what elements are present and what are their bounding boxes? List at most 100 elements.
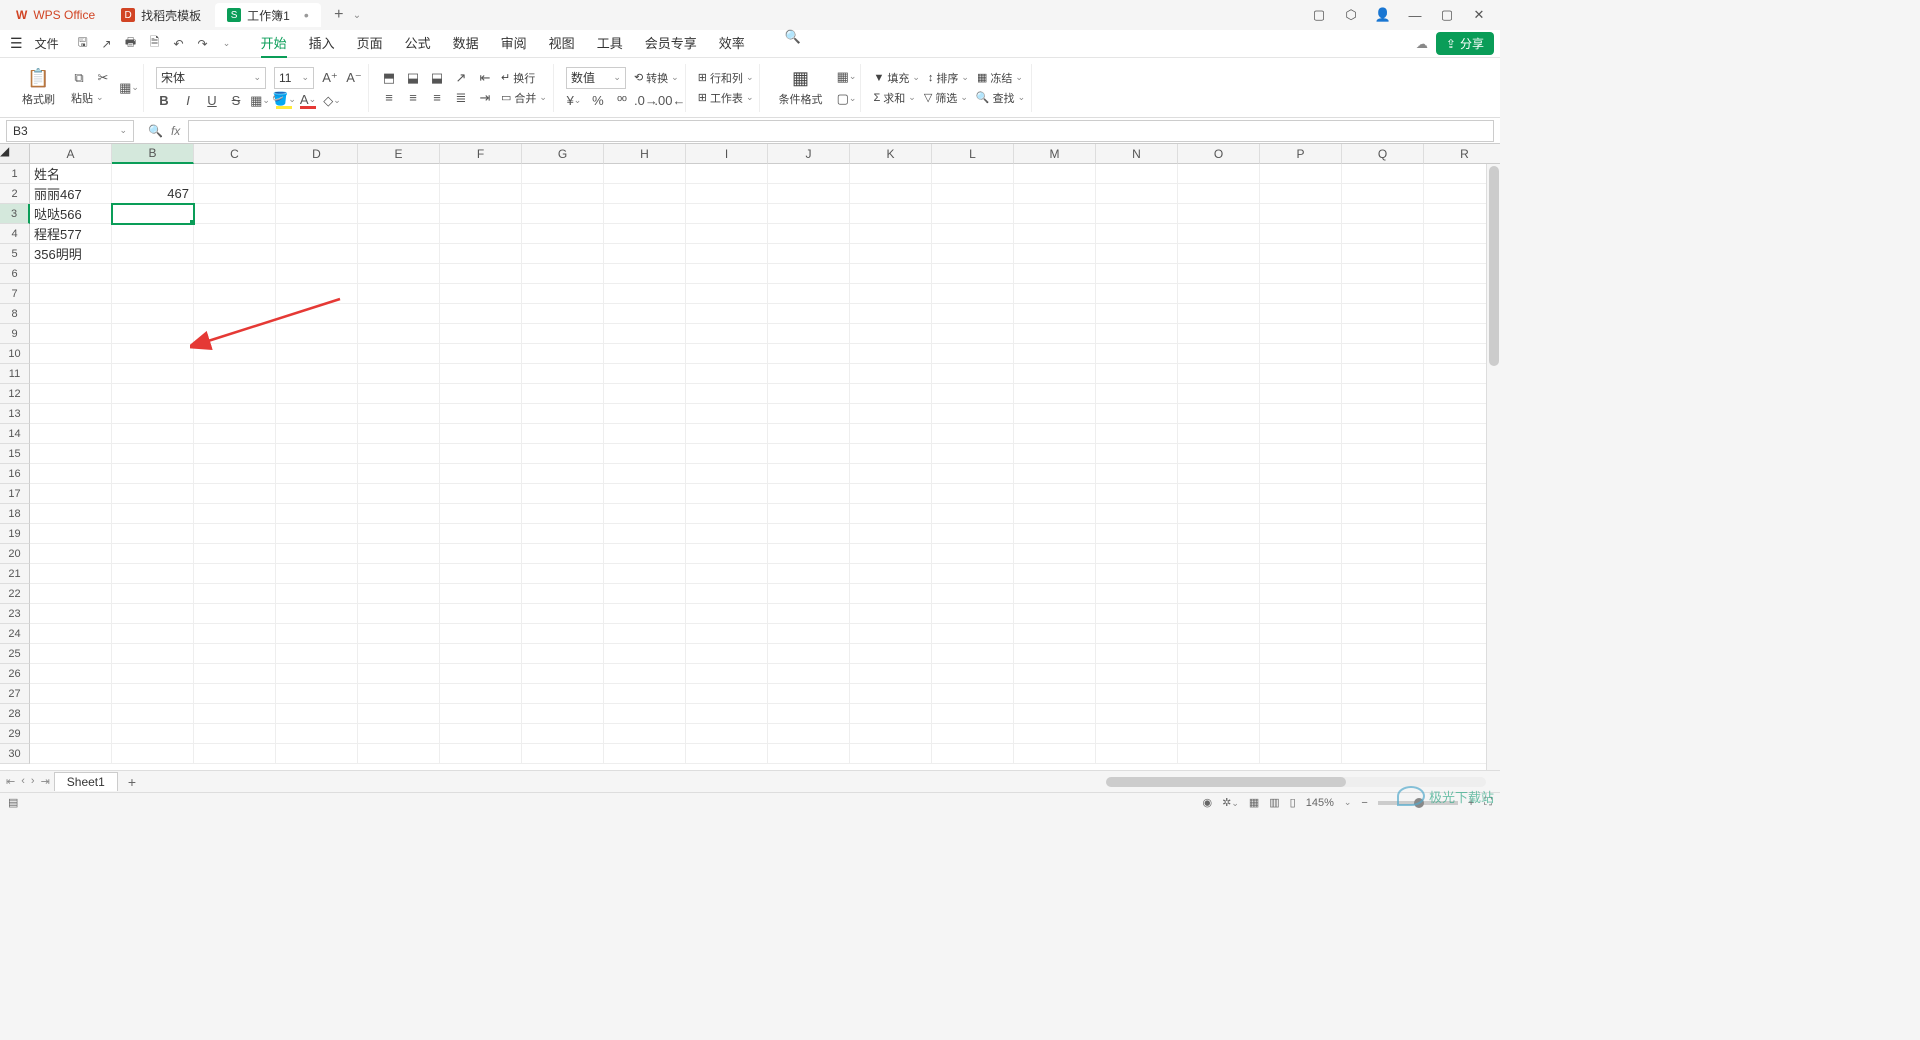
cell-P8[interactable] bbox=[1260, 304, 1342, 324]
print-preview-icon[interactable]: 🗎 bbox=[147, 33, 163, 54]
cell-L23[interactable] bbox=[932, 604, 1014, 624]
cell-J2[interactable] bbox=[768, 184, 850, 204]
file-menu[interactable]: 文件 bbox=[29, 35, 65, 52]
cell-A13[interactable] bbox=[30, 404, 112, 424]
cell-C9[interactable] bbox=[194, 324, 276, 344]
eye-icon[interactable]: ◉ bbox=[1202, 796, 1212, 809]
cell-G18[interactable] bbox=[522, 504, 604, 524]
cell-K7[interactable] bbox=[850, 284, 932, 304]
cell-O9[interactable] bbox=[1178, 324, 1260, 344]
cell-C30[interactable] bbox=[194, 744, 276, 764]
cell-N8[interactable] bbox=[1096, 304, 1178, 324]
cell-G14[interactable] bbox=[522, 424, 604, 444]
cell-I26[interactable] bbox=[686, 664, 768, 684]
cell-E27[interactable] bbox=[358, 684, 440, 704]
cell-M19[interactable] bbox=[1014, 524, 1096, 544]
row-header-5[interactable]: 5 bbox=[0, 244, 30, 264]
cell-I1[interactable] bbox=[686, 164, 768, 184]
cell-G4[interactable] bbox=[522, 224, 604, 244]
cell-O5[interactable] bbox=[1178, 244, 1260, 264]
cell-H13[interactable] bbox=[604, 404, 686, 424]
tab-insert[interactable]: 插入 bbox=[309, 29, 335, 58]
cell-M18[interactable] bbox=[1014, 504, 1096, 524]
cell-K30[interactable] bbox=[850, 744, 932, 764]
cell-L11[interactable] bbox=[932, 364, 1014, 384]
cell-K29[interactable] bbox=[850, 724, 932, 744]
cell-O22[interactable] bbox=[1178, 584, 1260, 604]
cell-P21[interactable] bbox=[1260, 564, 1342, 584]
cell-K26[interactable] bbox=[850, 664, 932, 684]
cell-E10[interactable] bbox=[358, 344, 440, 364]
zoom-out-button[interactable]: − bbox=[1361, 797, 1367, 809]
cell-N17[interactable] bbox=[1096, 484, 1178, 504]
cell-K28[interactable] bbox=[850, 704, 932, 724]
cell-A21[interactable] bbox=[30, 564, 112, 584]
col-header-N[interactable]: N bbox=[1096, 144, 1178, 164]
col-header-L[interactable]: L bbox=[932, 144, 1014, 164]
cell-B24[interactable] bbox=[112, 624, 194, 644]
cell-B7[interactable] bbox=[112, 284, 194, 304]
qat-dropdown[interactable]: ⌄ bbox=[219, 38, 235, 49]
cell-Q28[interactable] bbox=[1342, 704, 1424, 724]
minimize-icon[interactable]: — bbox=[1406, 6, 1424, 24]
row-header-13[interactable]: 13 bbox=[0, 404, 30, 424]
row-header-17[interactable]: 17 bbox=[0, 484, 30, 504]
export-icon[interactable]: ↗ bbox=[99, 37, 115, 51]
cell-D24[interactable] bbox=[276, 624, 358, 644]
row-col-button[interactable]: ⊞行和列⌄ bbox=[698, 70, 754, 86]
cell-A1[interactable]: 姓名 bbox=[30, 164, 112, 184]
cell-F11[interactable] bbox=[440, 364, 522, 384]
col-header-E[interactable]: E bbox=[358, 144, 440, 164]
row-header-27[interactable]: 27 bbox=[0, 684, 30, 704]
cell-C3[interactable] bbox=[194, 204, 276, 224]
cell-O25[interactable] bbox=[1178, 644, 1260, 664]
cell-J24[interactable] bbox=[768, 624, 850, 644]
cell-L2[interactable] bbox=[932, 184, 1014, 204]
cell-F15[interactable] bbox=[440, 444, 522, 464]
cell-M4[interactable] bbox=[1014, 224, 1096, 244]
cell-G13[interactable] bbox=[522, 404, 604, 424]
cell-P19[interactable] bbox=[1260, 524, 1342, 544]
cell-D13[interactable] bbox=[276, 404, 358, 424]
cell-M30[interactable] bbox=[1014, 744, 1096, 764]
cell-C23[interactable] bbox=[194, 604, 276, 624]
cell-N4[interactable] bbox=[1096, 224, 1178, 244]
cell-H3[interactable] bbox=[604, 204, 686, 224]
cell-G6[interactable] bbox=[522, 264, 604, 284]
col-header-C[interactable]: C bbox=[194, 144, 276, 164]
cell-J7[interactable] bbox=[768, 284, 850, 304]
cell-I3[interactable] bbox=[686, 204, 768, 224]
cell-E16[interactable] bbox=[358, 464, 440, 484]
cell-K19[interactable] bbox=[850, 524, 932, 544]
cell-P12[interactable] bbox=[1260, 384, 1342, 404]
cell-K11[interactable] bbox=[850, 364, 932, 384]
cell-B23[interactable] bbox=[112, 604, 194, 624]
col-header-A[interactable]: A bbox=[30, 144, 112, 164]
cell-H8[interactable] bbox=[604, 304, 686, 324]
cell-H29[interactable] bbox=[604, 724, 686, 744]
col-header-R[interactable]: R bbox=[1424, 144, 1500, 164]
cell-A10[interactable] bbox=[30, 344, 112, 364]
cell-P3[interactable] bbox=[1260, 204, 1342, 224]
cell-C18[interactable] bbox=[194, 504, 276, 524]
cell-L19[interactable] bbox=[932, 524, 1014, 544]
cell-I17[interactable] bbox=[686, 484, 768, 504]
cell-B25[interactable] bbox=[112, 644, 194, 664]
cell-L21[interactable] bbox=[932, 564, 1014, 584]
font-name-select[interactable]: 宋体⌄ bbox=[156, 67, 266, 89]
cell-K20[interactable] bbox=[850, 544, 932, 564]
cell-C16[interactable] bbox=[194, 464, 276, 484]
cell-N2[interactable] bbox=[1096, 184, 1178, 204]
cell-P22[interactable] bbox=[1260, 584, 1342, 604]
cell-I23[interactable] bbox=[686, 604, 768, 624]
cell-Q12[interactable] bbox=[1342, 384, 1424, 404]
row-header-20[interactable]: 20 bbox=[0, 544, 30, 564]
cell-L8[interactable] bbox=[932, 304, 1014, 324]
cell-L26[interactable] bbox=[932, 664, 1014, 684]
cell-P7[interactable] bbox=[1260, 284, 1342, 304]
col-header-J[interactable]: J bbox=[768, 144, 850, 164]
filter-button[interactable]: ▽筛选⌄ bbox=[924, 90, 968, 106]
cell-J21[interactable] bbox=[768, 564, 850, 584]
cell-A17[interactable] bbox=[30, 484, 112, 504]
status-indicator-icon[interactable]: ▤ bbox=[8, 796, 18, 809]
